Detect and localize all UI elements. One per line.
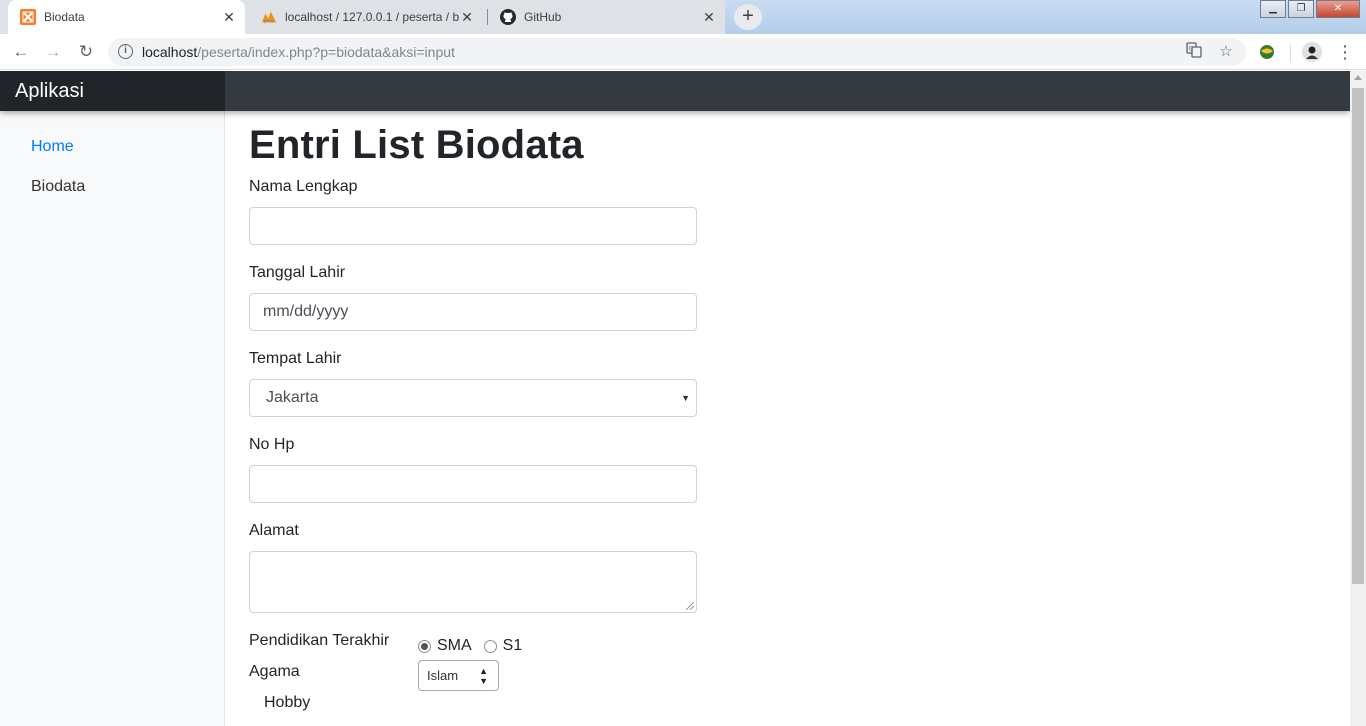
svg-text:pma: pma: [264, 19, 274, 24]
reload-icon[interactable]: ↻: [74, 40, 98, 64]
close-tab-icon[interactable]: ✕: [459, 9, 475, 25]
xampp-icon: [20, 9, 36, 25]
updown-arrows-icon: ▲ ▼: [479, 666, 488, 686]
address-bar[interactable]: i localhost/peserta/index.php?p=biodata&…: [108, 38, 1246, 66]
url-text[interactable]: localhost/peserta/index.php?p=biodata&ak…: [142, 44, 455, 60]
translate-icon[interactable]: G: [1184, 42, 1204, 62]
page-scrollbar[interactable]: [1350, 71, 1366, 726]
pendidikan-radio-group: SMA S1: [418, 637, 534, 655]
profile-avatar-icon[interactable]: [1302, 42, 1322, 62]
extension-icon[interactable]: [1257, 42, 1277, 62]
tab-title: localhost / 127.0.0.1 / peserta / b: [285, 10, 459, 24]
pendidikan-label: Pendidikan Terakhir: [249, 632, 390, 649]
info-icon[interactable]: i: [118, 44, 133, 59]
tab-title: Biodata: [44, 10, 85, 24]
github-icon: [500, 9, 516, 25]
tab-strip: Biodata ✕ pma localhost / 127.0.0.1 / pe…: [0, 0, 1366, 34]
window-controls: ▁ ❐ ✕: [1258, 0, 1360, 18]
tab-github[interactable]: GitHub ✕: [488, 0, 725, 34]
tab-biodata[interactable]: Biodata ✕: [8, 0, 245, 34]
agama-select[interactable]: Islam ▲ ▼: [418, 660, 499, 691]
new-tab-button[interactable]: +: [734, 4, 762, 30]
alamat-label: Alamat: [249, 522, 299, 539]
hobby-label: Hobby: [264, 694, 311, 711]
alamat-textarea[interactable]: [249, 551, 697, 613]
radio-sma-label[interactable]: SMA: [437, 637, 472, 655]
sidebar-item-biodata[interactable]: Biodata: [31, 178, 85, 196]
toolbar-divider: [1290, 44, 1291, 62]
more-menu-icon[interactable]: ⋮: [1336, 41, 1354, 63]
close-tab-icon[interactable]: ✕: [701, 9, 717, 25]
radio-sma[interactable]: [418, 639, 431, 653]
page-title: Entri List Biodata: [249, 123, 584, 167]
forward-arrow-icon[interactable]: →: [41, 40, 65, 64]
agama-label: Agama: [249, 663, 300, 680]
tanggal-label: Tanggal Lahir: [249, 264, 346, 281]
close-window-button[interactable]: ✕: [1316, 0, 1360, 18]
hp-label: No Hp: [249, 436, 295, 453]
tab-title: GitHub: [524, 10, 562, 24]
chevron-down-icon: ▼: [681, 393, 690, 403]
svg-text:G: G: [1189, 46, 1194, 53]
tab-phpmyadmin[interactable]: pma localhost / 127.0.0.1 / peserta / b …: [249, 0, 483, 34]
hp-input[interactable]: [249, 465, 697, 503]
radio-s1-label[interactable]: S1: [503, 637, 523, 655]
browser-toolbar: ← → ↻ i localhost/peserta/index.php?p=bi…: [0, 34, 1366, 70]
phpmyadmin-icon: pma: [261, 9, 277, 25]
scroll-thumb[interactable]: [1352, 88, 1364, 584]
minimize-button[interactable]: ▁: [1260, 0, 1286, 18]
close-tab-icon[interactable]: ✕: [221, 9, 237, 25]
app-navbar: Aplikasi: [0, 71, 1350, 111]
tempat-label: Tempat Lahir: [249, 350, 342, 367]
sidebar-item-home[interactable]: Home: [31, 138, 74, 156]
sidebar: Home Biodata: [0, 111, 225, 726]
nama-input[interactable]: [249, 207, 697, 245]
agama-selected-value: Islam: [427, 668, 459, 683]
radio-s1[interactable]: [483, 639, 497, 653]
restore-button[interactable]: ❐: [1288, 0, 1314, 18]
tempat-select[interactable]: Jakarta ▼: [249, 379, 697, 417]
tempat-selected-value: Jakarta: [266, 389, 319, 406]
back-arrow-icon[interactable]: ←: [9, 40, 33, 64]
app-brand[interactable]: Aplikasi: [0, 71, 225, 111]
tanggal-input[interactable]: mm/dd/yyyy: [249, 293, 697, 331]
web-page: Aplikasi Home Biodata Entri List Biodata…: [0, 71, 1350, 726]
scroll-up-icon[interactable]: [1354, 75, 1362, 80]
bookmark-star-icon[interactable]: ☆: [1216, 42, 1236, 62]
nama-label: Nama Lengkap: [249, 178, 358, 195]
resize-grip-icon[interactable]: [686, 602, 694, 610]
